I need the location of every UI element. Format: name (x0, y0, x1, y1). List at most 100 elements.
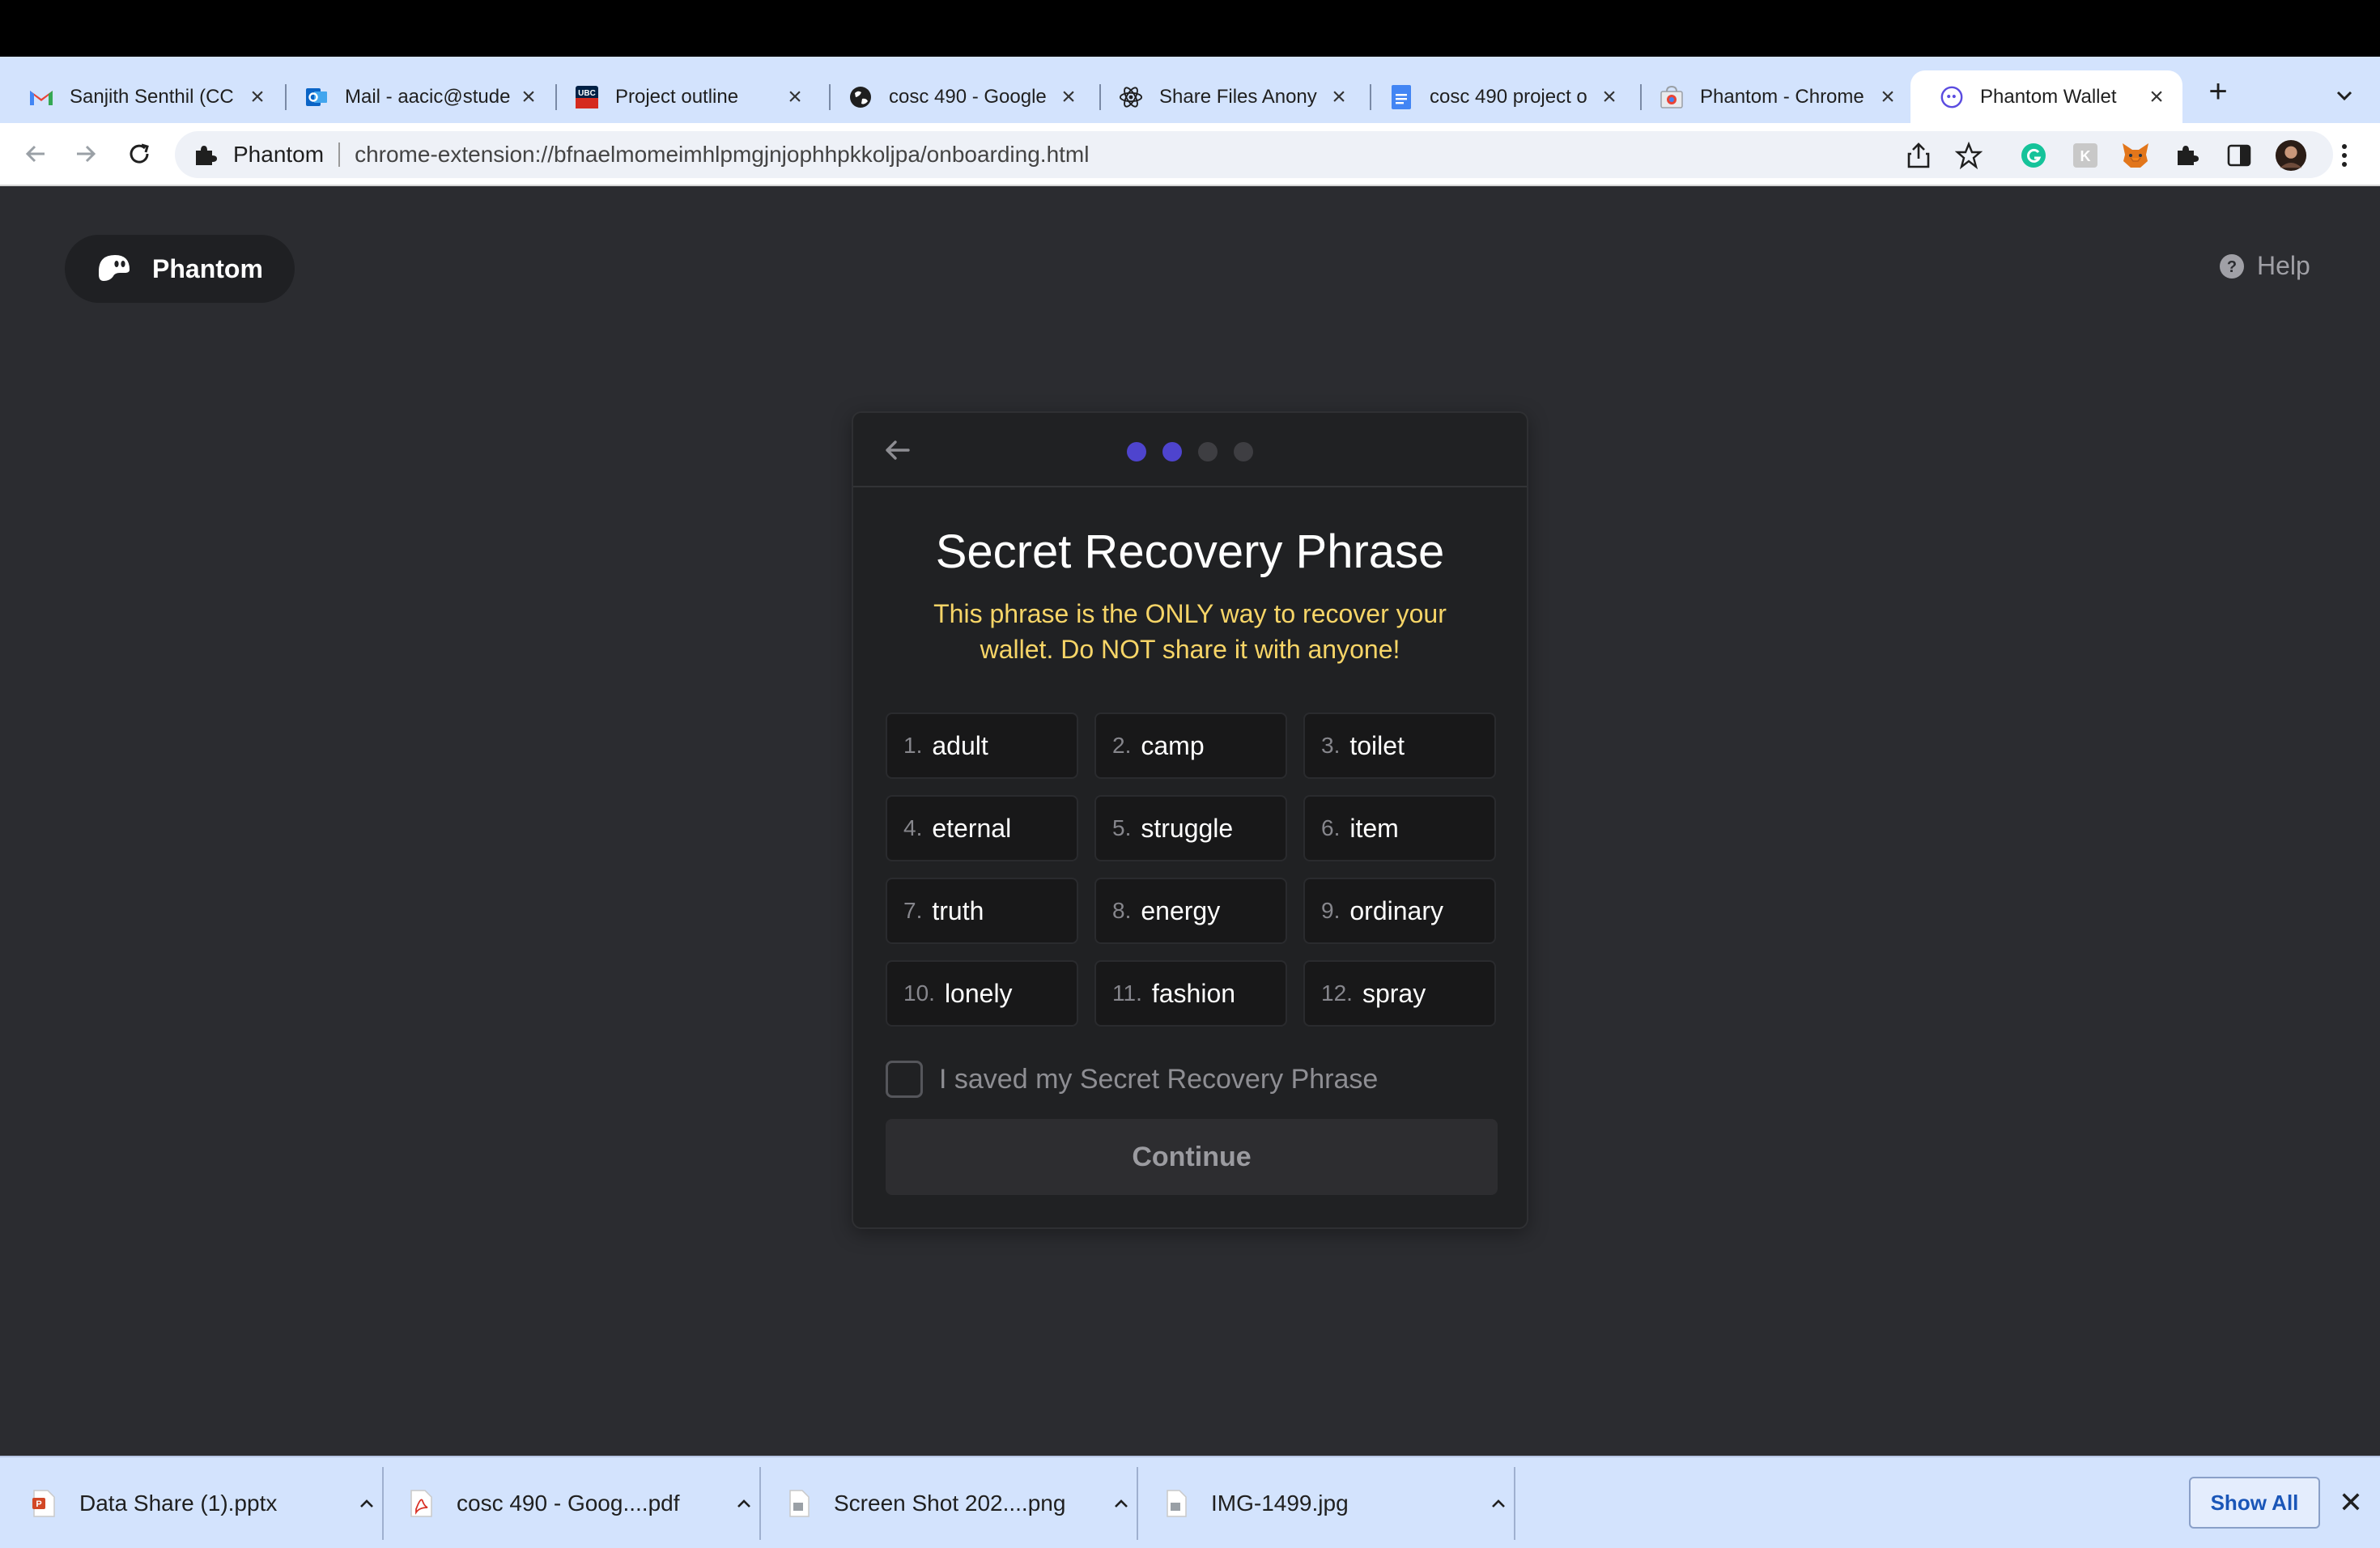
extensions-puzzle-icon[interactable] (2171, 139, 2204, 172)
step-dot (1234, 442, 1253, 461)
image-file-icon (787, 1490, 811, 1517)
word-number: 12. (1321, 980, 1353, 1006)
seed-word-8: 8. energy (1094, 878, 1287, 944)
ubc-canvas-icon: UBC (575, 85, 599, 109)
metamask-fox-icon[interactable] (2119, 139, 2152, 172)
download-divider (1137, 1467, 1138, 1540)
seed-word-5: 5. struggle (1094, 795, 1287, 861)
share-icon[interactable] (1902, 139, 1935, 172)
download-divider (382, 1467, 384, 1540)
tab-cosc-490-project[interactable]: cosc 490 project o × (1360, 70, 1635, 123)
phantom-ghost-icon (96, 250, 133, 287)
word-text: energy (1141, 895, 1221, 925)
phantom-logo[interactable]: Phantom (65, 235, 295, 303)
tab-cosc-490-google[interactable]: cosc 490 - Google × (819, 70, 1094, 123)
google-docs-icon (1389, 84, 1413, 109)
close-icon[interactable]: × (1598, 84, 1621, 108)
saved-phrase-checkbox[interactable] (886, 1061, 923, 1098)
url-text[interactable]: chrome-extension://bfnaelmomeimhlpmgjnjo… (355, 142, 1089, 168)
reload-icon[interactable] (121, 136, 157, 172)
tab-outlook-mail[interactable]: Mail - aacic@stude × (275, 70, 555, 123)
tab-title: Share Files Anony (1159, 85, 1317, 108)
tab-phantom-chrome[interactable]: Phantom - Chrome × (1630, 70, 1914, 123)
side-panel-icon[interactable] (2223, 139, 2255, 172)
chevron-up-icon[interactable] (732, 1491, 756, 1516)
word-number: 1. (903, 733, 923, 758)
download-item[interactable]: Screen Shot 202....png (787, 1457, 1133, 1548)
seed-word-6: 6. item (1303, 795, 1496, 861)
image-file-icon (1164, 1490, 1188, 1517)
word-number: 4. (903, 815, 923, 840)
close-icon[interactable]: × (517, 84, 540, 108)
checkbox-label[interactable]: I saved my Secret Recovery Phrase (939, 1064, 1378, 1095)
tab-phantom-wallet[interactable]: Phantom Wallet × (1910, 70, 2182, 123)
saved-phrase-confirmation[interactable]: I saved my Secret Recovery Phrase (886, 1061, 1378, 1098)
download-item[interactable]: P Data Share (1).pptx (32, 1457, 379, 1548)
word-text: struggle (1141, 813, 1234, 843)
tab-gmail[interactable]: Sanjith Senthil (CC × (0, 70, 283, 123)
word-text: ordinary (1349, 895, 1443, 925)
extension-k-icon[interactable]: K (2069, 139, 2102, 172)
word-number: 3. (1321, 733, 1341, 758)
back-arrow-icon[interactable] (882, 436, 912, 465)
show-all-downloads-button[interactable]: Show All (2189, 1477, 2320, 1529)
tab-title: Sanjith Senthil (CC (70, 85, 234, 108)
address-bar[interactable]: Phantom chrome-extension://bfnaelmomeimh… (175, 131, 2333, 178)
tab-title: cosc 490 - Google (889, 85, 1047, 108)
step-dot (1127, 442, 1146, 461)
svg-text:P: P (36, 1499, 41, 1509)
puzzle-piece-icon (193, 142, 217, 167)
tab-project-outline[interactable]: UBC Project outline × (546, 70, 821, 123)
chrome-webstore-icon (1660, 85, 1684, 109)
close-icon[interactable]: × (2145, 84, 2168, 108)
close-icon[interactable]: × (784, 84, 806, 108)
help-link[interactable]: ? Help (2218, 251, 2310, 281)
svg-text:K: K (2080, 148, 2091, 164)
profile-avatar[interactable] (2275, 139, 2307, 172)
grammarly-icon[interactable] (2017, 139, 2050, 172)
close-icon[interactable]: × (1057, 84, 1080, 108)
download-item[interactable]: IMG-1499.jpg (1164, 1457, 1511, 1548)
word-number: 11. (1112, 980, 1142, 1006)
site-chip[interactable]: Phantom (175, 142, 324, 168)
download-item[interactable]: cosc 490 - Goog....pdf (410, 1457, 756, 1548)
seed-word-2: 2. camp (1094, 712, 1287, 779)
gmail-icon (29, 85, 53, 109)
chevron-up-icon[interactable] (1486, 1491, 1511, 1516)
tab-search-chevron-icon[interactable] (2328, 79, 2361, 112)
close-icon[interactable]: × (1876, 84, 1899, 108)
seed-word-10: 10. lonely (886, 960, 1078, 1027)
word-number: 6. (1321, 815, 1341, 840)
step-dot (1198, 442, 1218, 461)
kebab-menu-icon[interactable] (2328, 139, 2361, 172)
seed-word-1: 1. adult (886, 712, 1078, 779)
download-filename: cosc 490 - Goog....pdf (457, 1491, 680, 1516)
svg-text:UBC: UBC (578, 89, 596, 98)
step-dot (1162, 442, 1182, 461)
word-text: fashion (1151, 978, 1236, 1008)
globe-icon (848, 85, 873, 109)
bookmark-star-icon[interactable] (1953, 139, 1985, 172)
download-filename: Data Share (1).pptx (79, 1491, 278, 1516)
close-icon[interactable]: × (246, 84, 269, 108)
word-text: spray (1362, 978, 1426, 1008)
tab-title: Phantom Wallet (1980, 85, 2117, 108)
forward-icon[interactable] (68, 136, 104, 172)
close-downloads-icon[interactable]: ✕ (2335, 1486, 2367, 1519)
word-text: eternal (932, 813, 1012, 843)
chevron-up-icon[interactable] (1109, 1491, 1133, 1516)
new-tab-button[interactable]: + (2202, 75, 2234, 108)
tab-share-files[interactable]: Share Files Anony × (1090, 70, 1365, 123)
close-icon[interactable]: × (1328, 84, 1350, 108)
continue-button[interactable]: Continue (886, 1119, 1498, 1195)
word-number: 2. (1112, 733, 1132, 758)
recovery-phrase-card: Secret Recovery Phrase This phrase is th… (852, 411, 1528, 1229)
back-icon[interactable] (18, 136, 53, 172)
word-number: 5. (1112, 815, 1132, 840)
omnibox-divider (338, 142, 341, 167)
tab-title: Mail - aacic@stude (345, 85, 511, 108)
chevron-up-icon[interactable] (355, 1491, 379, 1516)
outlook-icon (304, 85, 329, 109)
svg-text:?: ? (2227, 258, 2237, 276)
download-filename: IMG-1499.jpg (1211, 1491, 1349, 1516)
